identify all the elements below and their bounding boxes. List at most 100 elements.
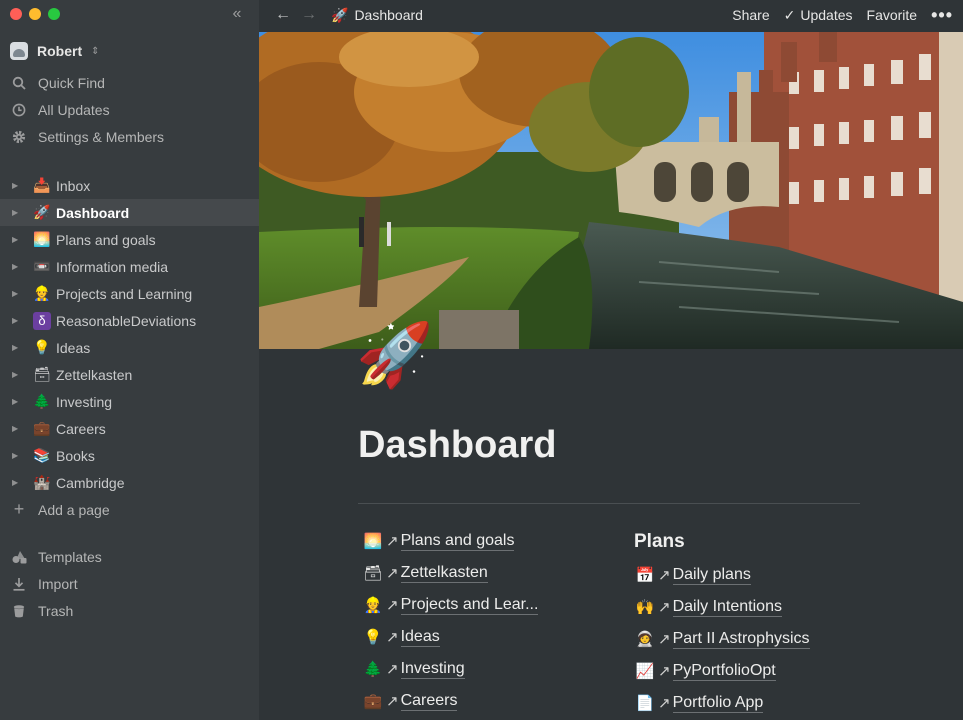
raised-hands-icon: 🙌 <box>635 599 655 616</box>
expand-triangle-icon[interactable]: ▶ <box>12 397 22 406</box>
sidebar-item-cambridge[interactable]: ▶ 🏰 Cambridge <box>0 469 259 496</box>
workspace-switcher[interactable]: Robert ⇕ <box>10 40 100 62</box>
sidebar-item-label: Books <box>56 447 95 464</box>
link-arrow-icon: ↗ <box>658 599 671 616</box>
sidebar-item-label: Information media <box>56 258 169 275</box>
link-daily-plans[interactable]: 📅 ↗ Daily plans <box>634 559 874 591</box>
avatar <box>10 42 28 60</box>
sidebar-item-dashboard[interactable]: ▶ 🚀 Dashboard <box>0 199 259 226</box>
sidebar-item-books[interactable]: ▶ 📚 Books <box>0 442 259 469</box>
close-window-button[interactable] <box>10 8 22 20</box>
expand-triangle-icon[interactable]: ▶ <box>12 289 22 298</box>
more-icon[interactable]: ••• <box>931 5 953 26</box>
page-title[interactable]: Dashboard <box>358 424 556 467</box>
sidebar-item-information-media[interactable]: ▶ 📼 Information media <box>0 253 259 280</box>
favorite-button[interactable]: Favorite <box>867 7 918 23</box>
topbar-actions: Share ✓ Updates Favorite ••• <box>732 0 953 30</box>
link-arrow-icon: ↗ <box>386 693 399 710</box>
link-label[interactable]: Part II Astrophysics <box>672 630 810 649</box>
link-label[interactable]: Plans and goals <box>400 532 515 551</box>
sunrise-icon: 🌅 <box>363 533 383 550</box>
sidebar-item-reasonable-deviations[interactable]: ▶ δ ReasonableDeviations <box>0 307 259 334</box>
sidebar-item-careers[interactable]: ▶ 💼 Careers <box>0 415 259 442</box>
sidebar-item-import[interactable]: Import <box>0 570 259 597</box>
expand-triangle-icon[interactable]: ▶ <box>12 478 22 487</box>
rocket-icon: 🚀 <box>331 6 349 23</box>
link-label[interactable]: Projects and Lear... <box>400 596 539 615</box>
double-chevron-left-icon[interactable]: « <box>226 4 248 24</box>
sidebar-item-inbox[interactable]: ▶ 📥 Inbox <box>0 172 259 199</box>
rocket-icon: 🚀 <box>33 204 51 220</box>
sidebar-item-label: Plans and goals <box>56 231 156 248</box>
expand-triangle-icon[interactable]: ▶ <box>12 208 22 217</box>
link-label[interactable]: Ideas <box>400 628 440 647</box>
download-icon <box>11 577 27 591</box>
sidebar-item-projects-and-learning[interactable]: ▶ 👷 Projects and Learning <box>0 280 259 307</box>
add-page-button[interactable]: + Add a page <box>0 496 259 523</box>
breadcrumb[interactable]: 🚀 Dashboard <box>331 7 423 24</box>
add-page-label: Add a page <box>38 501 110 518</box>
link-projects-and-learning[interactable]: 👷 ↗ Projects and Lear... <box>362 589 622 621</box>
link-label[interactable]: Portfolio App <box>672 694 764 713</box>
topbar: ← → 🚀 Dashboard Share ✓ Updates Favorite… <box>259 0 963 30</box>
chevron-updown-icon: ⇕ <box>91 45 100 57</box>
expand-triangle-icon[interactable]: ▶ <box>12 343 22 352</box>
sidebar-item-plans-and-goals[interactable]: ▶ 🌅 Plans and goals <box>0 226 259 253</box>
books-icon: 📚 <box>33 447 51 463</box>
window-controls <box>10 8 60 20</box>
briefcase-icon: 💼 <box>33 420 51 436</box>
link-zettelkasten[interactable]: 🗃 ↗ Zettelkasten <box>362 557 622 589</box>
link-label[interactable]: Investing <box>400 660 465 679</box>
link-label[interactable]: Daily Intentions <box>672 598 782 617</box>
link-portfolio-app[interactable]: 📄 ↗ Portfolio App <box>634 687 874 719</box>
sidebar-item-templates[interactable]: Templates <box>0 543 259 570</box>
sidebar-item-label: All Updates <box>38 101 110 118</box>
sidebar-item-label: Settings & Members <box>38 128 165 145</box>
maximize-window-button[interactable] <box>48 8 60 20</box>
evergreen-tree-icon: 🌲 <box>363 661 383 678</box>
expand-triangle-icon[interactable]: ▶ <box>12 451 22 460</box>
link-arrow-icon: ↗ <box>386 629 399 646</box>
right-column: Plans 📅 ↗ Daily plans 🙌 ↗ Daily Intentio… <box>634 527 874 719</box>
sidebar-item-settings[interactable]: Settings & Members <box>0 123 259 150</box>
sidebar-item-ideas[interactable]: ▶ 💡 Ideas <box>0 334 259 361</box>
forward-arrow-icon[interactable]: → <box>301 6 317 24</box>
link-plans-and-goals[interactable]: 🌅 ↗ Plans and goals <box>362 525 622 557</box>
link-arrow-icon: ↗ <box>386 597 399 614</box>
card-file-box-icon: 🗃 <box>33 366 51 382</box>
link-arrow-icon: ↗ <box>658 695 671 712</box>
sidebar-item-all-updates[interactable]: All Updates <box>0 96 259 123</box>
sidebar-item-label: Investing <box>56 393 113 410</box>
link-ideas[interactable]: 💡 ↗ Ideas <box>362 621 622 653</box>
expand-triangle-icon[interactable]: ▶ <box>12 235 22 244</box>
updates-button[interactable]: Updates <box>800 7 852 23</box>
link-label[interactable]: PyPortfolioOpt <box>672 662 776 681</box>
link-label[interactable]: Daily plans <box>672 566 751 585</box>
share-button[interactable]: Share <box>732 7 769 23</box>
expand-triangle-icon[interactable]: ▶ <box>12 370 22 379</box>
sidebar-item-quick-find[interactable]: Quick Find <box>0 69 259 96</box>
link-pyportfolioopt[interactable]: 📈 ↗ PyPortfolioOpt <box>634 655 874 687</box>
minimize-window-button[interactable] <box>29 8 41 20</box>
expand-triangle-icon[interactable]: ▶ <box>12 424 22 433</box>
link-label[interactable]: Careers <box>400 692 458 711</box>
expand-triangle-icon[interactable]: ▶ <box>12 262 22 271</box>
breadcrumb-label: Dashboard <box>354 7 423 23</box>
link-label[interactable]: Zettelkasten <box>400 564 488 583</box>
back-arrow-icon[interactable]: ← <box>275 6 291 24</box>
sidebar-item-label: Cambridge <box>56 474 125 491</box>
card-file-box-icon: 🗃 <box>363 565 383 582</box>
expand-triangle-icon[interactable]: ▶ <box>12 181 22 190</box>
sidebar: « Robert ⇕ Quick Find All Updates Settin… <box>0 0 259 720</box>
link-part-ii-astrophysics[interactable]: 🧑‍🚀 ↗ Part II Astrophysics <box>634 623 874 655</box>
page-icon[interactable]: 🚀 <box>356 316 436 396</box>
expand-triangle-icon[interactable]: ▶ <box>12 316 22 325</box>
sidebar-item-zettelkasten[interactable]: ▶ 🗃 Zettelkasten <box>0 361 259 388</box>
link-daily-intentions[interactable]: 🙌 ↗ Daily Intentions <box>634 591 874 623</box>
sidebar-item-investing[interactable]: ▶ 🌲 Investing <box>0 388 259 415</box>
link-arrow-icon: ↗ <box>658 567 671 584</box>
link-careers[interactable]: 💼 ↗ Careers <box>362 685 622 717</box>
sidebar-item-trash[interactable]: Trash <box>0 597 259 624</box>
link-investing[interactable]: 🌲 ↗ Investing <box>362 653 622 685</box>
sidebar-item-label: Projects and Learning <box>56 285 193 302</box>
